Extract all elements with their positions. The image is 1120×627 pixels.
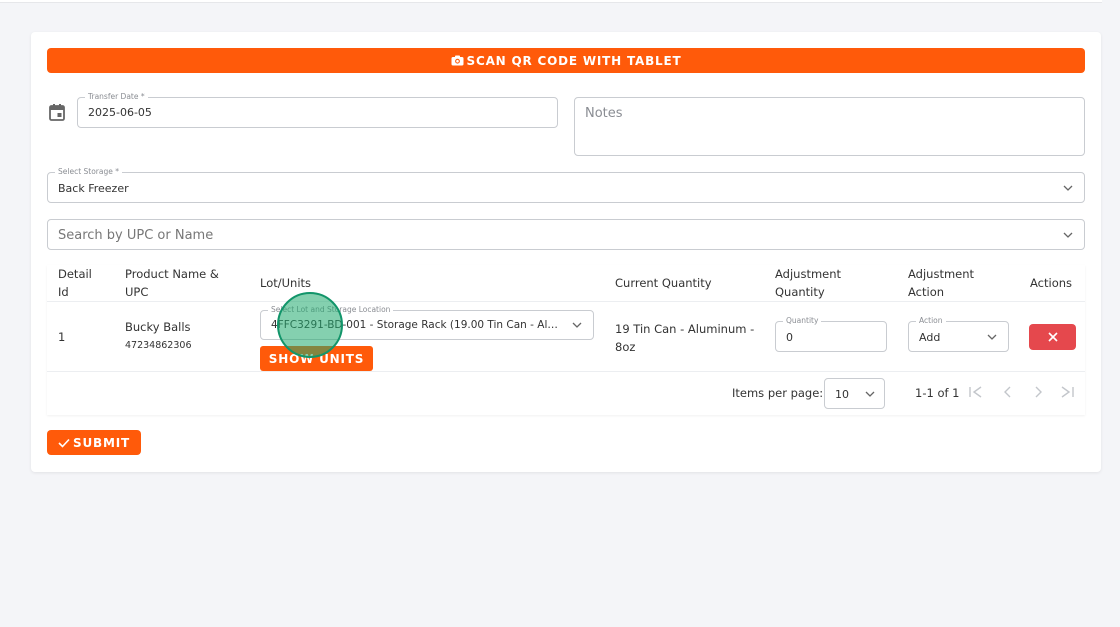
notes-field[interactable]: Notes (574, 97, 1085, 156)
calendar-icon[interactable] (48, 103, 66, 122)
transfer-date-label: Transfer Date * (85, 92, 148, 102)
top-bar (0, 0, 1102, 3)
scan-qr-label: SCAN QR CODE WITH TABLET (466, 53, 682, 68)
chevron-down-icon (1063, 185, 1073, 191)
close-icon (1047, 332, 1058, 342)
adjustment-action-select[interactable]: Action Add (908, 316, 1009, 352)
quantity-value: 0 (786, 331, 793, 344)
transfer-date-value: 2025-06-05 (88, 106, 152, 119)
submit-button[interactable]: SUBMIT (47, 430, 141, 455)
storage-label: Select Storage * (55, 167, 122, 177)
delete-row-button[interactable] (1029, 324, 1076, 350)
items-per-page-value: 10 (835, 388, 849, 401)
header-actions: Actions (1030, 276, 1073, 290)
last-page-icon[interactable] (1059, 385, 1075, 399)
header-lot-units: Lot/Units (260, 276, 312, 290)
click-indicator (277, 292, 343, 358)
scan-qr-button[interactable]: SCAN QR CODE WITH TABLET (47, 48, 1085, 73)
items-per-page-label: Items per page: (732, 386, 824, 400)
row-divider (47, 371, 1085, 372)
first-page-icon[interactable] (968, 385, 984, 399)
items-per-page-select[interactable]: 10 (824, 378, 885, 409)
next-page-icon[interactable] (1032, 385, 1044, 399)
storage-value: Back Freezer (58, 182, 129, 195)
check-icon (58, 438, 70, 448)
current-quantity-cell: 19 Tin Can - Aluminum -8oz (615, 322, 755, 354)
action-label: Action (916, 316, 946, 326)
adjustment-quantity-input[interactable]: Quantity 0 (775, 316, 887, 352)
transfer-form-card: SCAN QR CODE WITH TABLET Transfer Date *… (31, 32, 1101, 472)
header-adjustment-quantity: Adjustment Quantity (775, 267, 842, 299)
chevron-down-icon (865, 391, 875, 397)
transfer-date-field[interactable]: Transfer Date * 2025-06-05 (77, 92, 558, 128)
chevron-down-icon (987, 334, 997, 340)
detail-id-cell: 1 (58, 330, 66, 344)
product-upc-cell: 47234862306 (125, 340, 192, 351)
header-detail-id: Detail Id (58, 267, 92, 299)
header-divider (47, 301, 1085, 302)
quantity-label: Quantity (783, 316, 822, 326)
storage-select[interactable]: Select Storage * Back Freezer (47, 167, 1085, 203)
previous-page-icon[interactable] (1002, 385, 1014, 399)
header-adjustment-action: Adjustment Action (908, 267, 975, 299)
product-name-cell: Bucky Balls (125, 320, 191, 334)
header-product: Product Name & UPC (125, 267, 219, 299)
chevron-down-icon (1063, 232, 1073, 238)
header-current-quantity: Current Quantity (615, 276, 712, 290)
submit-label: SUBMIT (73, 435, 130, 450)
notes-placeholder: Notes (585, 106, 623, 121)
product-search-input[interactable]: Search by UPC or Name (47, 219, 1085, 250)
action-value: Add (919, 331, 941, 344)
search-placeholder: Search by UPC or Name (58, 228, 214, 243)
detail-table: Detail Id Product Name & UPC Lot/Units Cur… (47, 265, 1085, 415)
pagination-range: 1-1 of 1 (915, 386, 960, 400)
chevron-down-icon (572, 322, 582, 328)
camera-icon (451, 55, 464, 66)
